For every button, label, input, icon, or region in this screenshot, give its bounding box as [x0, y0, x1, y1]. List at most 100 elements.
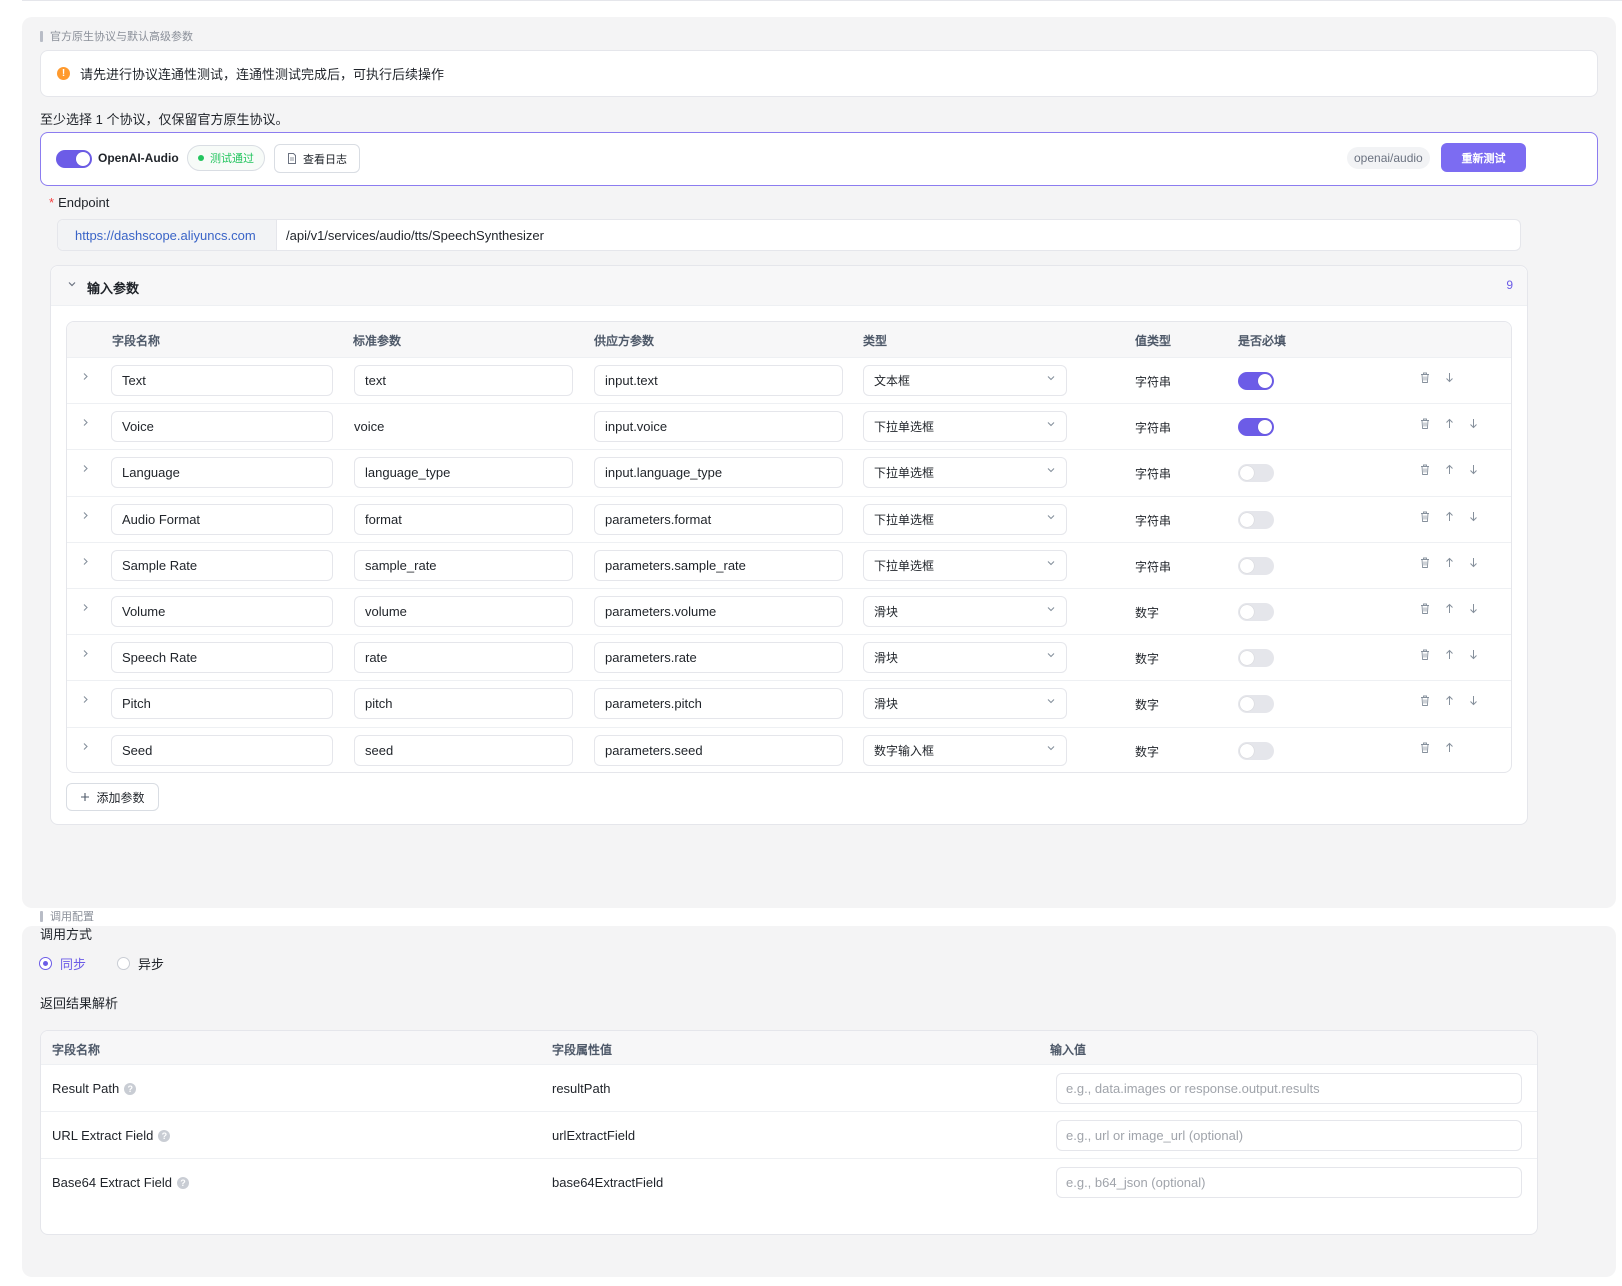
vendor-param-input[interactable]: input.text — [594, 365, 843, 396]
chevron-right-icon[interactable] — [81, 511, 90, 523]
required-toggle[interactable] — [1238, 556, 1274, 575]
standard-param-input[interactable]: seed — [354, 734, 573, 766]
vendor-param-input[interactable]: parameters.sample_rate — [594, 549, 843, 581]
standard-param-input[interactable]: rate — [354, 642, 573, 674]
type-select[interactable]: 下拉单选框 — [863, 411, 1067, 443]
arrow-down-icon[interactable] — [1467, 695, 1479, 709]
field-name-input[interactable]: Text — [111, 365, 333, 396]
chevron-right-icon[interactable] — [81, 742, 90, 754]
vendor-param-input[interactable]: parameters.seed — [594, 734, 843, 766]
trash-icon[interactable] — [1419, 372, 1431, 386]
field-name-input[interactable]: Seed — [111, 734, 333, 766]
type-select[interactable]: 滑块 — [863, 642, 1067, 674]
field-name-input[interactable]: Speech Rate — [111, 642, 333, 674]
type-select-value: 下拉单选框 — [874, 512, 935, 527]
chevron-right-icon[interactable] — [81, 372, 90, 384]
standard-param-input[interactable]: format — [354, 503, 573, 535]
add-param-button[interactable]: 添加参数 — [66, 783, 159, 811]
standard-param-input[interactable]: sample_rate — [354, 549, 573, 581]
result-field-input[interactable]: e.g., b64_json (optional) — [1056, 1167, 1522, 1198]
type-select[interactable]: 下拉单选框 — [863, 503, 1067, 535]
required-toggle[interactable] — [1238, 372, 1274, 390]
vendor-param-input[interactable]: input.voice — [594, 411, 843, 443]
chevron-right-icon[interactable] — [81, 695, 90, 707]
chevron-right-icon[interactable] — [81, 557, 90, 569]
arrow-down-icon[interactable] — [1443, 372, 1455, 386]
standard-param-input[interactable]: text — [354, 365, 573, 396]
vendor-param-input[interactable]: parameters.pitch — [594, 688, 843, 720]
question-icon[interactable]: ? — [124, 1082, 137, 1095]
standard-param-input[interactable]: language_type — [354, 457, 573, 489]
view-log-button[interactable]: 查看日志 — [274, 144, 360, 173]
endpoint-field: https://dashscope.aliyuncs.com /api/v1/s… — [57, 219, 1521, 251]
trash-icon[interactable] — [1419, 649, 1431, 663]
vendor-param-input[interactable]: input.language_type — [594, 457, 843, 489]
arrow-up-icon[interactable] — [1443, 557, 1455, 571]
retest-button[interactable]: 重新测试 — [1441, 143, 1526, 172]
arrow-up-icon[interactable] — [1443, 511, 1455, 525]
input-params-header[interactable]: 输入参数 9 — [51, 266, 1527, 306]
protocol-toggle[interactable] — [56, 150, 92, 168]
field-name-input[interactable]: Audio Format — [111, 503, 333, 535]
standard-param-text: voice — [354, 419, 385, 435]
required-toggle[interactable] — [1238, 649, 1274, 668]
trash-icon[interactable] — [1419, 742, 1431, 756]
vendor-param-value: parameters.format — [605, 511, 712, 527]
trash-icon[interactable] — [1419, 418, 1431, 432]
trash-icon[interactable] — [1419, 511, 1431, 525]
result-field-name: Base64 Extract Field? — [52, 1175, 189, 1190]
arrow-down-icon[interactable] — [1467, 511, 1479, 525]
trash-icon[interactable] — [1419, 695, 1431, 709]
chevron-right-icon[interactable] — [81, 464, 90, 476]
field-name-input[interactable]: Sample Rate — [111, 549, 333, 581]
type-select[interactable]: 下拉单选框 — [863, 549, 1067, 581]
arrow-up-icon[interactable] — [1443, 742, 1455, 756]
vendor-param-input[interactable]: parameters.format — [594, 503, 843, 535]
arrow-down-icon[interactable] — [1467, 649, 1479, 663]
arrow-up-icon[interactable] — [1443, 649, 1455, 663]
arrow-down-icon[interactable] — [1467, 603, 1479, 617]
result-field-input[interactable]: e.g., data.images or response.output.res… — [1056, 1073, 1522, 1104]
arrow-up-icon[interactable] — [1443, 603, 1455, 617]
type-select[interactable]: 滑块 — [863, 595, 1067, 627]
chevron-right-icon[interactable] — [81, 603, 90, 615]
arrow-up-icon[interactable] — [1443, 695, 1455, 709]
vendor-param-input[interactable]: parameters.rate — [594, 642, 843, 674]
field-name-input[interactable]: Voice — [111, 411, 333, 443]
vendor-param-input[interactable]: parameters.volume — [594, 595, 843, 627]
endpoint-path-input[interactable]: /api/v1/services/audio/tts/SpeechSynthes… — [277, 220, 544, 250]
chevron-down-icon — [1046, 512, 1056, 525]
result-field-input[interactable]: e.g., url or image_url (optional) — [1056, 1120, 1522, 1151]
type-select[interactable]: 数字输入框 — [863, 734, 1067, 766]
arrow-down-icon[interactable] — [1467, 557, 1479, 571]
required-toggle[interactable] — [1238, 464, 1274, 483]
chevron-down-icon[interactable] — [67, 279, 77, 292]
required-toggle[interactable] — [1238, 418, 1274, 437]
field-name-input[interactable]: Pitch — [111, 688, 333, 720]
required-toggle[interactable] — [1238, 695, 1274, 714]
standard-param-input[interactable]: volume — [354, 595, 573, 627]
type-select[interactable]: 下拉单选框 — [863, 457, 1067, 489]
trash-icon[interactable] — [1419, 464, 1431, 478]
trash-icon[interactable] — [1419, 557, 1431, 571]
trash-icon[interactable] — [1419, 603, 1431, 617]
required-toggle[interactable] — [1238, 510, 1274, 529]
required-toggle[interactable] — [1238, 602, 1274, 621]
required-toggle[interactable] — [1238, 741, 1274, 760]
type-select[interactable]: 滑块 — [863, 688, 1067, 720]
chevron-right-icon[interactable] — [81, 649, 90, 661]
arrow-up-icon[interactable] — [1443, 418, 1455, 432]
radio-async[interactable]: 异步 — [117, 954, 164, 973]
arrow-up-icon[interactable] — [1443, 464, 1455, 478]
question-icon[interactable]: ? — [176, 1176, 189, 1189]
arrow-down-icon[interactable] — [1467, 418, 1479, 432]
field-name-input[interactable]: Language — [111, 457, 333, 489]
field-name-value: Pitch — [122, 696, 151, 712]
standard-param-input[interactable]: pitch — [354, 688, 573, 720]
question-icon[interactable]: ? — [158, 1129, 171, 1142]
arrow-down-icon[interactable] — [1467, 464, 1479, 478]
type-select[interactable]: 文本框 — [863, 365, 1067, 396]
chevron-right-icon[interactable] — [81, 418, 90, 430]
field-name-input[interactable]: Volume — [111, 595, 333, 627]
radio-sync[interactable]: 同步 — [39, 954, 86, 973]
